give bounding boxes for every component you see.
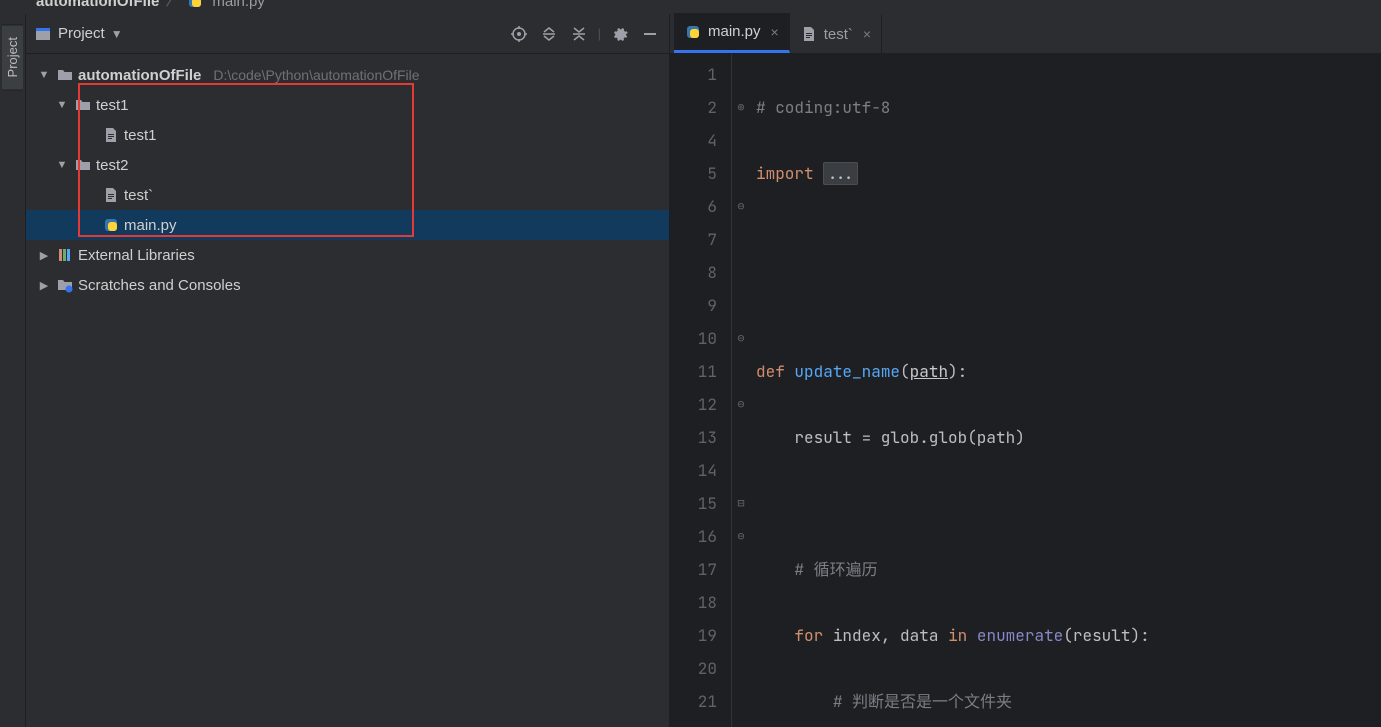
breadcrumb-separator-icon: 〉: [165, 0, 180, 10]
project-tree: ▼ automationOfFile D:\code\Python\automa…: [26, 54, 669, 306]
tree-file-main[interactable]: main.py: [26, 210, 669, 240]
tree-root[interactable]: ▼ automationOfFile D:\code\Python\automa…: [26, 60, 669, 90]
close-icon[interactable]: ×: [771, 24, 779, 40]
file-icon: [102, 126, 120, 144]
tree-item-label: test`: [124, 187, 153, 204]
line-number: 21: [670, 685, 717, 718]
chevron-down-icon[interactable]: ▼: [54, 159, 70, 171]
chevron-down-icon[interactable]: ▼: [36, 69, 52, 81]
project-tool-button[interactable]: Project: [2, 24, 23, 90]
folder-icon: [74, 156, 92, 174]
tab-main[interactable]: main.py ×: [674, 13, 790, 53]
line-number: 16: [670, 520, 717, 553]
close-icon[interactable]: ×: [863, 26, 871, 42]
tree-root-path: D:\code\Python\automationOfFile: [213, 67, 419, 83]
tool-window-rail: Project: [0, 14, 26, 727]
chevron-down-icon[interactable]: ▼: [111, 27, 123, 41]
settings-button[interactable]: [609, 23, 631, 45]
project-panel-title[interactable]: Project: [58, 25, 105, 42]
fold-gutter[interactable]: ⊕ ⊖ ⊖ ⊖ ⊟⊖: [732, 54, 750, 727]
library-icon: [56, 246, 74, 264]
line-number: 4: [670, 124, 717, 157]
line-number-gutter: 1 2 4 5 6 7 8 9 10 11 12 13 14 15 16 17 …: [670, 54, 732, 727]
tree-file-test1[interactable]: test1: [26, 120, 669, 150]
tree-external-libraries[interactable]: ▶ External Libraries: [26, 240, 669, 270]
breadcrumb-project[interactable]: automationOfFile: [36, 0, 159, 10]
line-number: 5: [670, 157, 717, 190]
line-number: 9: [670, 289, 717, 322]
expand-all-button[interactable]: [538, 23, 560, 45]
tree-scratches[interactable]: ▶ Scratches and Consoles: [26, 270, 669, 300]
select-opened-file-button[interactable]: [508, 23, 530, 45]
tree-item-label: test1: [124, 127, 157, 144]
line-number: 2: [670, 91, 717, 124]
chevron-down-icon[interactable]: ▼: [54, 99, 70, 111]
hide-panel-button[interactable]: [639, 23, 661, 45]
tree-item-label: test1: [96, 97, 129, 114]
line-number: 13: [670, 421, 717, 454]
file-icon: [800, 25, 818, 43]
scratches-icon: [56, 276, 74, 294]
breadcrumb-file[interactable]: main.py: [212, 0, 265, 10]
chevron-right-icon[interactable]: ▶: [36, 279, 52, 292]
line-number: 14: [670, 454, 717, 487]
tree-item-label: main.py: [124, 217, 177, 234]
code-area[interactable]: 1 2 4 5 6 7 8 9 10 11 12 13 14 15 16 17 …: [670, 54, 1381, 727]
tree-item-label: test2: [96, 157, 129, 174]
line-number: 15: [670, 487, 717, 520]
line-number: 20: [670, 652, 717, 685]
breadcrumb: automationOfFile 〉 main.py: [0, 0, 1381, 14]
tree-file-test-backtick[interactable]: test`: [26, 180, 669, 210]
line-number: 8: [670, 256, 717, 289]
line-number: 1: [670, 58, 717, 91]
editor: main.py × test` × 1 2 4 5 6 7 8 9 10 11: [670, 14, 1381, 727]
chevron-right-icon[interactable]: ▶: [36, 249, 52, 262]
python-icon: [102, 216, 120, 234]
editor-tabbar: main.py × test` ×: [670, 14, 1381, 54]
tree-item-label: Scratches and Consoles: [78, 277, 241, 294]
tree-item-label: External Libraries: [78, 247, 195, 264]
project-panel: Project ▼ | ▼ automationOfFile D:\code\P…: [26, 14, 670, 727]
line-number: 10: [670, 322, 717, 355]
code-content[interactable]: # coding:utf-8 import ... def update_nam…: [750, 54, 1381, 727]
python-icon: [684, 23, 702, 41]
tab-label: main.py: [708, 23, 761, 40]
project-view-icon: [34, 25, 52, 43]
project-panel-header: Project ▼ |: [26, 14, 669, 54]
folder-icon: [56, 66, 74, 84]
tree-root-label: automationOfFile: [78, 67, 201, 84]
line-number: 19: [670, 619, 717, 652]
line-number: 11: [670, 355, 717, 388]
file-icon: [102, 186, 120, 204]
tab-label: test`: [824, 26, 853, 43]
line-number: 12: [670, 388, 717, 421]
python-icon: [186, 0, 204, 10]
line-number: 6: [670, 190, 717, 223]
collapse-all-button[interactable]: [568, 23, 590, 45]
tree-folder-test2[interactable]: ▼ test2: [26, 150, 669, 180]
line-number: 18: [670, 586, 717, 619]
line-number: 7: [670, 223, 717, 256]
line-number: 17: [670, 553, 717, 586]
folder-icon: [74, 96, 92, 114]
tree-folder-test1[interactable]: ▼ test1: [26, 90, 669, 120]
tab-test[interactable]: test` ×: [790, 15, 882, 53]
